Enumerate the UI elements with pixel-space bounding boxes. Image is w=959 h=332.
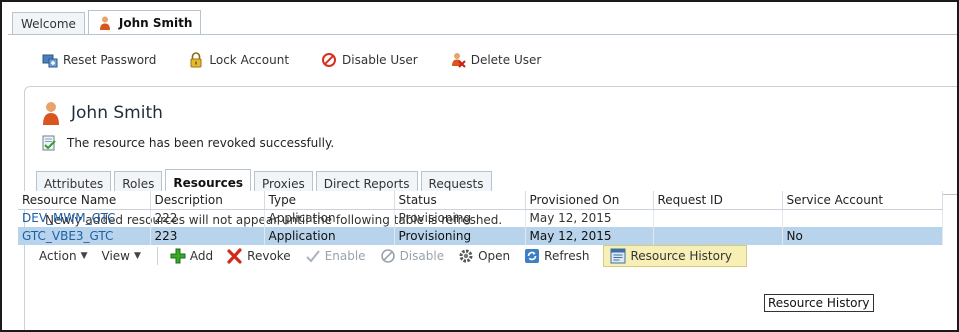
- tab-john-smith-label: John Smith: [118, 16, 193, 30]
- enable-button[interactable]: Enable: [305, 248, 366, 264]
- disable-user-button[interactable]: Disable User: [321, 52, 418, 68]
- open-label: Open: [478, 249, 511, 263]
- type-cell: Application: [264, 227, 395, 245]
- refresh-label: Refresh: [544, 249, 590, 263]
- delete-user-label: Delete User: [470, 53, 542, 67]
- confirmation-text: The resource has been revoked successful…: [67, 136, 335, 150]
- resource-history-label: Resource History: [630, 249, 733, 263]
- disable-button[interactable]: Disable: [380, 248, 445, 264]
- tooltip: Resource History: [764, 294, 874, 312]
- description-cell: 222: [150, 209, 265, 227]
- checkmark-icon: [305, 248, 321, 264]
- tab-welcome[interactable]: Welcome: [12, 12, 85, 35]
- page-title: John Smith: [71, 103, 163, 123]
- confirmation-message: The resource has been revoked successful…: [41, 135, 334, 151]
- status-cell: Provisioning: [394, 209, 526, 227]
- resource-history-button[interactable]: Resource History: [603, 245, 748, 267]
- tab-welcome-label: Welcome: [21, 17, 76, 31]
- lock-account-label: Lock Account: [209, 53, 290, 67]
- refresh-button[interactable]: Refresh: [524, 248, 589, 264]
- table-row[interactable]: DEV_MWM_GTC 222 Application Provisioning…: [18, 209, 943, 227]
- service-account-cell: No: [782, 227, 943, 245]
- provisioned-on-cell: May 12, 2015: [525, 227, 654, 245]
- disable-label: Disable: [399, 249, 445, 263]
- view-menu[interactable]: View ▼: [102, 249, 141, 263]
- column-header-resource-name[interactable]: Resource Name: [18, 191, 151, 210]
- refresh-icon: [524, 248, 540, 264]
- column-header-description[interactable]: Description: [150, 191, 265, 210]
- reset-password-label: Reset Password: [63, 53, 157, 67]
- user-toolbar: Reset Password Lock Account Disable User…: [42, 52, 573, 68]
- provisioned-on-cell: May 12, 2015: [525, 209, 654, 227]
- column-header-provisioned-on[interactable]: Provisioned On: [525, 191, 654, 210]
- revoke-button[interactable]: Revoke: [227, 248, 291, 264]
- user-avatar-icon: [41, 101, 61, 125]
- disable-user-label: Disable User: [342, 53, 418, 67]
- table-header-row: Resource Name Description Type Status Pr…: [18, 191, 943, 210]
- resources-table: Resource Name Description Type Status Pr…: [18, 191, 943, 245]
- reset-password-button[interactable]: Reset Password: [42, 52, 156, 68]
- top-tab-bar: Welcome John Smith: [12, 10, 204, 35]
- revoke-x-icon: [227, 248, 243, 264]
- status-cell: Provisioning: [394, 227, 526, 245]
- add-label: Add: [189, 249, 214, 263]
- action-menu-label: Action: [39, 249, 77, 263]
- table-row[interactable]: GTC_VBE3_GTC 223 Application Provisionin…: [18, 227, 943, 245]
- resource-name-cell[interactable]: GTC_VBE3_GTC: [18, 227, 151, 245]
- plus-icon: [170, 248, 186, 264]
- toolbar-separator: [156, 247, 158, 265]
- history-icon: [610, 248, 626, 264]
- request-id-cell: [653, 209, 783, 227]
- delete-user-icon: [450, 52, 466, 68]
- tab-divider: [8, 34, 957, 35]
- resource-action-bar: Action ▼ View ▼ Add Revoke Enable Disabl…: [39, 243, 761, 269]
- enable-label: Enable: [324, 249, 366, 263]
- success-icon: [41, 135, 57, 151]
- disable-icon: [321, 52, 337, 68]
- user-header: John Smith: [41, 101, 163, 125]
- chevron-down-icon: ▼: [134, 251, 141, 261]
- service-account-cell: [782, 209, 943, 227]
- request-id-cell: [653, 227, 783, 245]
- open-button[interactable]: Open: [458, 248, 510, 264]
- user-icon: [97, 15, 113, 31]
- column-header-status[interactable]: Status: [394, 191, 526, 210]
- disable-icon: [380, 248, 396, 264]
- column-header-request-id[interactable]: Request ID: [653, 191, 783, 210]
- delete-user-button[interactable]: Delete User: [450, 52, 542, 68]
- user-detail-window: Welcome John Smith Reset Password Lock A…: [0, 0, 959, 332]
- action-menu[interactable]: Action ▼: [39, 249, 88, 263]
- add-button[interactable]: Add: [170, 248, 213, 264]
- chevron-down-icon: ▼: [80, 251, 88, 261]
- description-cell: 223: [150, 227, 265, 245]
- lock-account-button[interactable]: Lock Account: [188, 52, 289, 68]
- reset-password-icon: [42, 52, 58, 68]
- column-header-type[interactable]: Type: [264, 191, 395, 210]
- resource-name-cell[interactable]: DEV_MWM_GTC: [18, 209, 151, 227]
- view-menu-label: View: [101, 249, 130, 263]
- lock-icon: [188, 52, 204, 68]
- type-cell: Application: [264, 209, 395, 227]
- tab-john-smith[interactable]: John Smith: [87, 10, 202, 35]
- gear-icon: [458, 248, 474, 264]
- revoke-label: Revoke: [247, 249, 291, 263]
- column-header-service-account[interactable]: Service Account: [782, 191, 943, 210]
